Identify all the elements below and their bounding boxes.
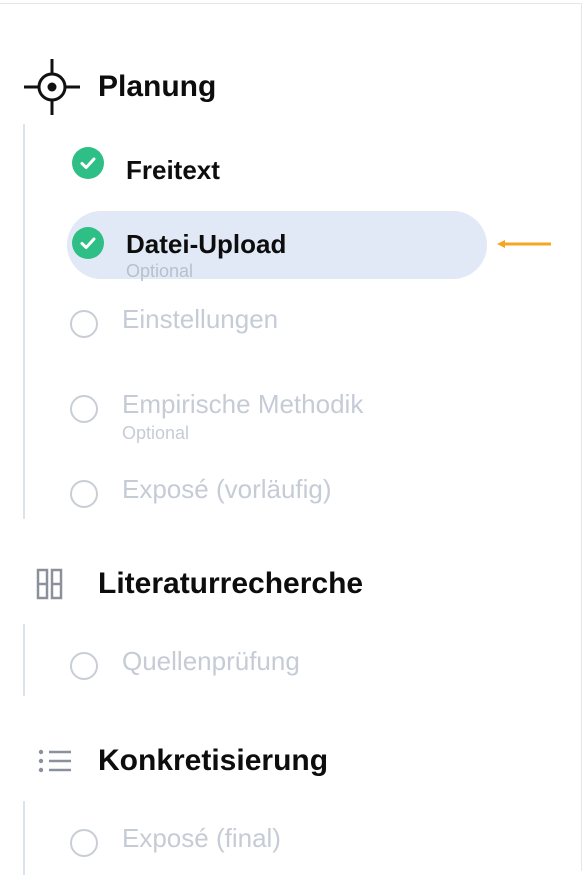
pending-circle-icon: [70, 395, 98, 423]
check-icon: [72, 147, 104, 179]
step-label: Datei-Upload: [126, 229, 287, 259]
pending-circle-icon: [70, 310, 98, 338]
step-label: Exposé (vorläufig): [122, 474, 332, 504]
list-icon: [22, 731, 82, 791]
section-header-konkretisierung[interactable]: Konkretisierung: [22, 731, 328, 791]
step-optional-tag: Optional: [122, 423, 190, 443]
section-header-planung[interactable]: Planung: [22, 57, 216, 117]
crosshair-icon: [22, 57, 82, 117]
columns-icon: [22, 554, 82, 614]
section-connector-line: [23, 124, 25, 519]
pending-circle-icon: [70, 480, 98, 508]
section-title: Planung: [98, 70, 217, 103]
step-label: Exposé (final): [122, 823, 281, 853]
section-connector-line: [23, 624, 25, 696]
progress-sidebar: Planung Freitext Datei-Upload Optional E…: [0, 3, 582, 875]
current-step-arrow-icon: [497, 240, 551, 248]
step-label: Empirische Methodik: [122, 389, 364, 419]
step-label: Quellenprüfung: [122, 646, 300, 676]
check-icon: [72, 227, 104, 259]
section-title: Literaturrecherche: [98, 567, 364, 600]
pending-circle-icon: [70, 652, 98, 680]
section-connector-line: [23, 801, 25, 875]
pending-circle-icon: [70, 829, 98, 857]
section-header-literaturrecherche[interactable]: Literaturrecherche: [22, 554, 363, 614]
step-label: Freitext: [126, 155, 220, 185]
step-optional-tag: Optional: [126, 261, 194, 281]
step-label: Einstellungen: [122, 304, 279, 334]
section-title: Konkretisierung: [98, 744, 329, 777]
